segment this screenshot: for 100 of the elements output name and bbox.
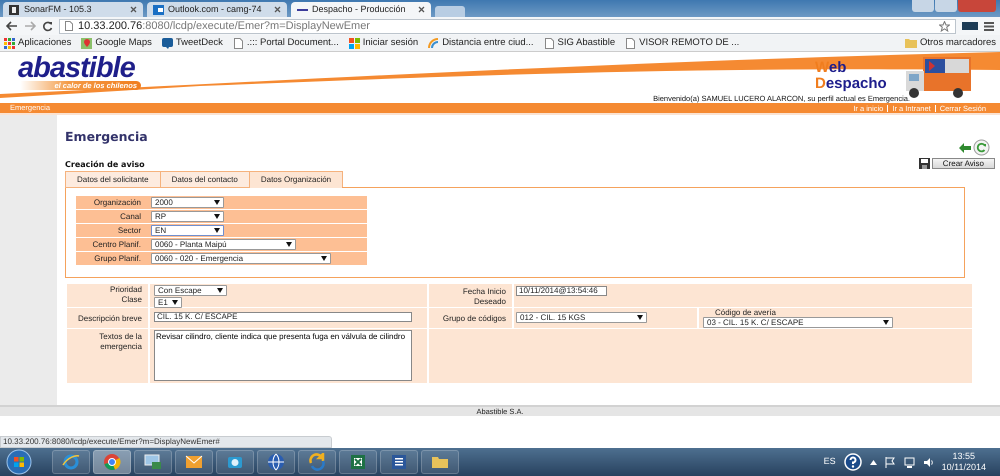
arc-icon (428, 38, 440, 48)
dropdown[interactable]: RP (151, 211, 224, 222)
page-icon (544, 38, 555, 48)
bookmark[interactable]: SIG Abastible (544, 36, 616, 50)
bookmark[interactable]: TweetDeck (162, 36, 223, 50)
page-title: Emergencia (65, 129, 148, 144)
caret-icon (214, 214, 220, 219)
form-tab[interactable]: Datos del contacto (160, 171, 250, 188)
dropdown[interactable]: 0060 - 020 - Emergencia (151, 253, 331, 264)
clock[interactable]: 13:55 10/11/2014 (942, 451, 986, 473)
bookmark[interactable]: .::: Portal Document... (232, 36, 339, 50)
field-label: Descripción breve (78, 314, 142, 323)
form-tab[interactable]: Datos del solicitante (65, 171, 161, 188)
network-icon[interactable] (904, 456, 915, 468)
date-field[interactable]: 10/11/2014@13:54:46 (516, 286, 607, 296)
back-icon[interactable] (6, 21, 18, 31)
taskbar-button[interactable] (52, 450, 90, 474)
taskbar-button[interactable] (421, 450, 459, 474)
taskbar-button[interactable] (380, 450, 418, 474)
section-subtitle: Creación de aviso (65, 160, 145, 169)
taskbar-button[interactable] (339, 450, 377, 474)
caret-icon (637, 315, 643, 320)
caret-icon (321, 256, 327, 261)
bookmark[interactable]: Google Maps (81, 36, 152, 50)
bookmark[interactable]: Aplicaciones (4, 36, 72, 50)
arrows-icon (308, 453, 326, 471)
language-indicator[interactable]: ES (824, 455, 836, 469)
monitor-icon (144, 453, 162, 471)
bookmark[interactable]: VISOR REMOTO DE ... (625, 36, 740, 50)
refresh-icon[interactable] (973, 139, 990, 156)
field-label: Código de avería (714, 308, 777, 317)
taskbar-button[interactable] (175, 450, 213, 474)
globe-icon (267, 453, 285, 471)
help-icon[interactable] (844, 453, 862, 471)
taskbar-button[interactable] (134, 450, 172, 474)
taskbar-button[interactable] (257, 450, 295, 474)
text-area[interactable]: Revisar cilindro, cliente indica que presenta fuga en válvula de cilindro (154, 330, 412, 381)
address-field[interactable]: 10.33.200.76:8080/lcdp/execute/Emer?m=DisplayNewEmer (59, 18, 956, 34)
url-text: 10.33.200.76:8080/lcdp/execute/Emer?m=DisplayNewEmer (78, 18, 370, 34)
star-icon[interactable] (939, 20, 950, 32)
dropdown[interactable]: 012 - CIL. 15 KGS (516, 312, 647, 323)
field-label: Canal (119, 210, 142, 222)
caret-icon (286, 242, 292, 247)
form-tab[interactable]: Datos Organización (248, 171, 344, 188)
create-button[interactable]: Crear Aviso (932, 158, 995, 169)
field-label: Clase (120, 295, 142, 305)
wheel-icon (103, 453, 121, 471)
square-icon (9, 4, 20, 14)
map-icon (81, 38, 92, 48)
menu-icon[interactable] (984, 22, 994, 30)
ring-icon (62, 453, 80, 471)
dropdown[interactable]: 03 - CIL. 15 K. C/ ESCAPE (703, 317, 893, 328)
field-label: Sector (116, 224, 142, 236)
field-label: Centro Planif. (92, 238, 142, 250)
caret-icon (217, 288, 223, 293)
caret-up-icon[interactable] (870, 460, 877, 464)
bookmark-folder[interactable]: Otros marcadores (904, 36, 996, 50)
reload-icon[interactable] (42, 20, 53, 32)
caret-icon (214, 228, 220, 233)
spreadsheet-icon (349, 453, 367, 471)
field-label: Prioridad (108, 285, 142, 295)
bookmark[interactable]: Distancia entre ciud... (428, 36, 534, 50)
status-url: 10.33.200.76:8080/lcdp/execute/Emer?m=DisplayNewEmer# (0, 436, 332, 448)
page-icon (65, 21, 73, 31)
dropdown[interactable]: 0060 - Planta Maipú (151, 239, 296, 250)
brand-logo: abastible (18, 53, 135, 83)
field-label: Grupo Planif. (93, 252, 142, 264)
input-field[interactable]: CIL. 15 K. C/ ESCAPE (154, 312, 412, 322)
taskbar-button[interactable] (216, 450, 254, 474)
flag-icon[interactable] (884, 456, 896, 468)
speech-bubble-icon (162, 38, 173, 48)
browser-tab[interactable]: Outlook.com - camg-74 (147, 2, 287, 17)
browser-tab[interactable]: SonarFM - 105.3 (3, 2, 143, 17)
close-icon[interactable] (274, 6, 281, 13)
save-icon (918, 158, 930, 169)
dropdown[interactable]: 2000 (151, 197, 224, 208)
field-label: Grupo de códigos (442, 314, 506, 323)
dropdown[interactable]: Con Escape (154, 285, 227, 296)
dropdown[interactable]: E1 (154, 297, 182, 308)
page-icon (625, 38, 636, 48)
field-label: Organización (92, 196, 142, 208)
windows-icon (348, 38, 360, 48)
caret-icon (214, 200, 220, 205)
page-icon (232, 38, 244, 48)
bookmark[interactable]: Iniciar sesión (348, 36, 418, 50)
grid-icon (4, 38, 15, 48)
envelope-icon (185, 453, 203, 471)
field-label: Fecha Inicio Deseado (462, 287, 506, 307)
field-label: Textos de la emergencia (98, 332, 142, 352)
close-icon[interactable] (130, 6, 137, 13)
back-arrow-icon[interactable] (958, 142, 971, 152)
document-icon (390, 453, 408, 471)
taskbar-button[interactable] (93, 450, 131, 474)
close-icon[interactable] (418, 6, 425, 13)
taskbar-button[interactable] (298, 450, 336, 474)
folder-icon (904, 38, 917, 48)
speaker-icon[interactable] (922, 456, 934, 468)
start-button[interactable] (6, 449, 32, 475)
dropdown[interactable]: EN (151, 225, 224, 236)
browser-tab[interactable]: Despacho - Producción (291, 2, 431, 17)
